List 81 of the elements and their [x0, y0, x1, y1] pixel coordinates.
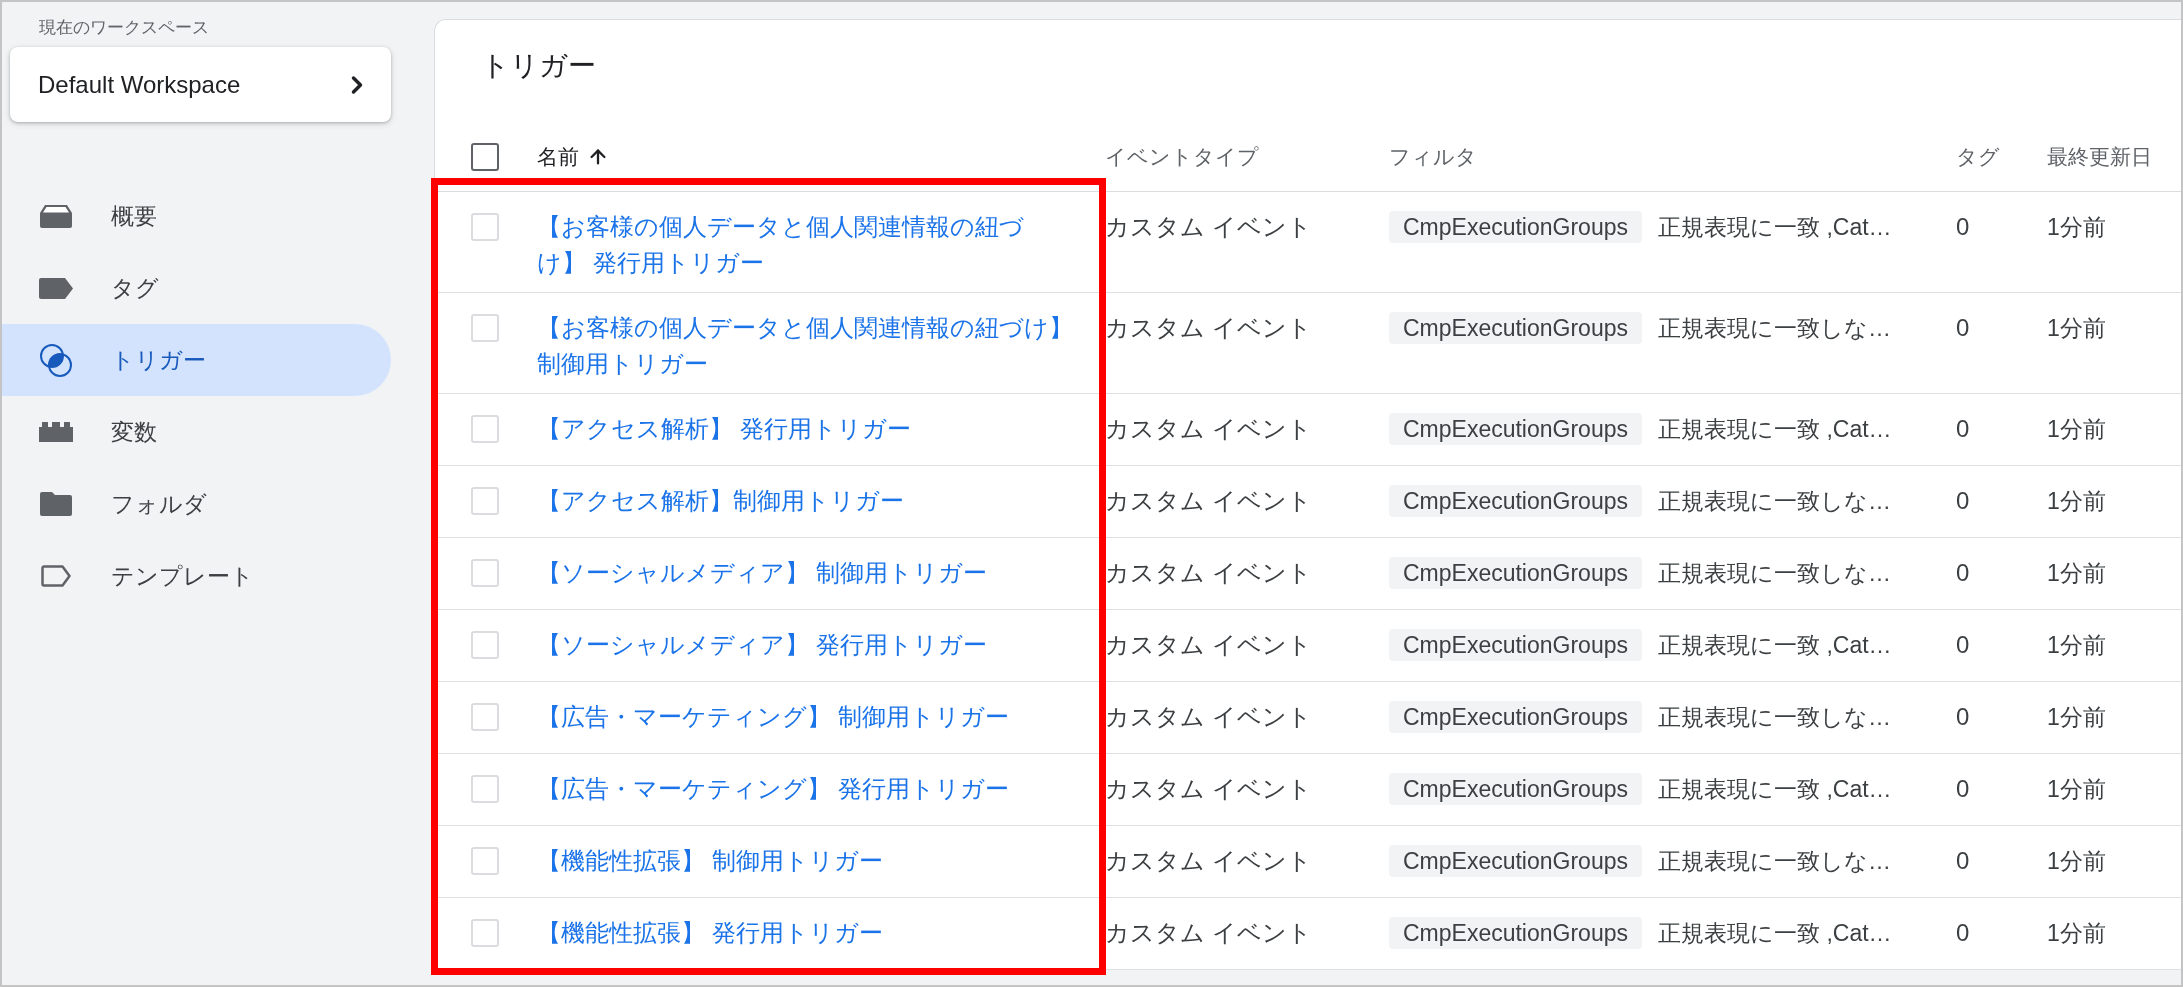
filter-condition-text: 正規表現に一致しな… [1658, 703, 1891, 732]
event-type-text: カスタム イベント [1105, 703, 1312, 730]
nav-item[interactable]: タグ [2, 252, 391, 324]
event-type-text: カスタム イベント [1105, 775, 1312, 802]
filter-variable-chip: CmpExecutionGroups [1389, 485, 1642, 517]
last-updated-text: 1分前 [2047, 848, 2106, 874]
column-header[interactable]: 名前 [537, 142, 609, 172]
tag-icon [39, 277, 73, 299]
nav-item[interactable]: 概要 [2, 180, 391, 252]
event-type-text: カスタム イベント [1105, 559, 1312, 586]
filter-condition-text: 正規表現に一致 ,Cat… [1658, 919, 1892, 948]
filter-variable-chip: CmpExecutionGroups [1389, 557, 1642, 589]
last-updated-text: 1分前 [2047, 214, 2106, 240]
trigger-name-link[interactable]: 【広告・マーケティング】 制御用トリガー [537, 699, 1009, 735]
filter-condition-text: 正規表現に一致 ,Cat… [1658, 775, 1892, 804]
trigger-name-link[interactable]: 【ソーシャルメディア】 発行用トリガー [537, 627, 987, 663]
event-type-text: カスタム イベント [1105, 314, 1312, 341]
tag-count-text: 0 [1956, 631, 1970, 658]
tag-count-text: 0 [1956, 847, 1970, 874]
filter-condition-text: 正規表現に一致しな… [1658, 559, 1891, 588]
filter-variable-chip: CmpExecutionGroups [1389, 211, 1642, 243]
nav-item[interactable]: フォルダ [2, 468, 391, 540]
event-type-text: カスタム イベント [1105, 487, 1312, 514]
event-type-text: カスタム イベント [1105, 847, 1312, 874]
last-updated-text: 1分前 [2047, 560, 2106, 586]
trigger-name-link[interactable]: 【広告・マーケティング】 発行用トリガー [537, 771, 1009, 807]
last-updated-text: 1分前 [2047, 920, 2106, 946]
tag-outline-icon [41, 565, 71, 587]
overlapping-circles-icon [39, 342, 73, 378]
last-updated-text: 1分前 [2047, 632, 2106, 658]
nav-item[interactable]: 変数 [2, 396, 391, 468]
tag-count-text: 0 [1956, 487, 1970, 514]
filter-variable-chip: CmpExecutionGroups [1389, 701, 1642, 733]
event-type-text: カスタム イベント [1105, 415, 1312, 442]
tag-count-text: 0 [1956, 775, 1970, 802]
filter-condition-text: 正規表現に一致しな… [1658, 314, 1891, 343]
filter-condition-text: 正規表現に一致 ,Cat… [1658, 213, 1892, 242]
workspace-selector[interactable]: Default Workspace [10, 47, 391, 122]
brick-icon [39, 422, 73, 442]
last-updated-text: 1分前 [2047, 776, 2106, 802]
tag-count-text: 0 [1956, 213, 1970, 240]
filter-condition-text: 正規表現に一致 ,Cat… [1658, 631, 1892, 660]
filter-variable-chip: CmpExecutionGroups [1389, 413, 1642, 445]
column-header[interactable]: 最終更新日 [2047, 142, 2152, 172]
last-updated-text: 1分前 [2047, 416, 2106, 442]
trigger-name-link[interactable]: 【お客様の個人データと個人関連情報の紐づけ】制御用トリガー [537, 310, 1076, 382]
checkbox[interactable] [471, 143, 499, 171]
nav-item[interactable]: テンプレート [2, 540, 391, 612]
trigger-name-link[interactable]: 【お客様の個人データと個人関連情報の紐づけ】 発行用トリガー [537, 209, 1076, 281]
column-header[interactable]: イベントタイプ [1105, 142, 1259, 172]
tag-count-text: 0 [1956, 559, 1970, 586]
trigger-name-link[interactable]: 【アクセス解析】制御用トリガー [537, 483, 904, 519]
folder-icon [40, 492, 72, 516]
trigger-name-link[interactable]: 【ソーシャルメディア】 制御用トリガー [537, 555, 987, 591]
tag-count-text: 0 [1956, 919, 1970, 946]
last-updated-text: 1分前 [2047, 315, 2106, 341]
tag-count-text: 0 [1956, 314, 1970, 341]
tag-count-text: 0 [1956, 415, 1970, 442]
filter-variable-chip: CmpExecutionGroups [1389, 629, 1642, 661]
workspace-label: 現在のワークスペース [39, 18, 209, 37]
column-header[interactable]: フィルタ [1389, 142, 1477, 172]
filter-variable-chip: CmpExecutionGroups [1389, 773, 1642, 805]
trigger-name-link[interactable]: 【アクセス解析】 発行用トリガー [537, 411, 911, 447]
filter-variable-chip: CmpExecutionGroups [1389, 845, 1642, 877]
tag-count-text: 0 [1956, 703, 1970, 730]
last-updated-text: 1分前 [2047, 488, 2106, 514]
filter-condition-text: 正規表現に一致しな… [1658, 847, 1891, 876]
page-title: トリガー [481, 49, 597, 83]
filter-condition-text: 正規表現に一致 ,Cat… [1658, 415, 1892, 444]
column-header[interactable]: タグ [1956, 142, 2000, 172]
nav-item[interactable]: トリガー [2, 324, 391, 396]
filter-variable-chip: CmpExecutionGroups [1389, 312, 1642, 344]
tray-icon [39, 203, 73, 229]
event-type-text: カスタム イベント [1105, 631, 1312, 658]
last-updated-text: 1分前 [2047, 704, 2106, 730]
event-type-text: カスタム イベント [1105, 213, 1312, 240]
trigger-name-link[interactable]: 【機能性拡張】 発行用トリガー [537, 915, 883, 951]
filter-condition-text: 正規表現に一致しな… [1658, 487, 1891, 516]
event-type-text: カスタム イベント [1105, 919, 1312, 946]
trigger-name-link[interactable]: 【機能性拡張】 制御用トリガー [537, 843, 883, 879]
filter-variable-chip: CmpExecutionGroups [1389, 917, 1642, 949]
